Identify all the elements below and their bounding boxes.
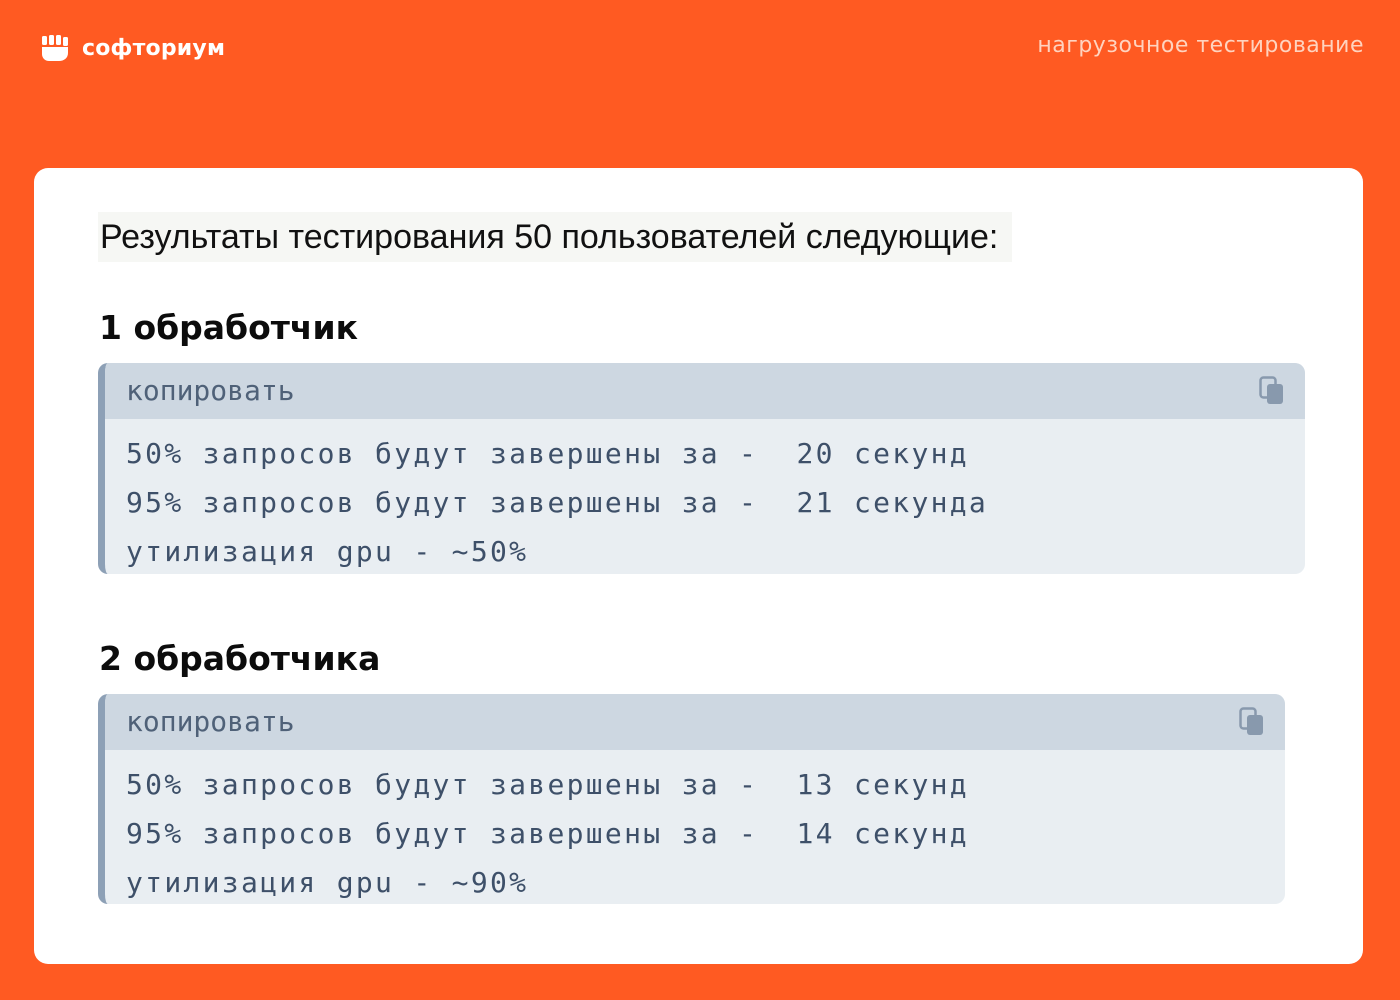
copy-icon[interactable] [1239,707,1265,737]
copy-button[interactable]: копировать [126,371,295,411]
code-block-2-handlers: копировать 50% запросов будут завершены … [98,694,1285,904]
code-block-header: копировать [105,363,1305,419]
code-line: утилизация gpu - ~90% [126,866,529,899]
content-card: Результаты тестирования 50 пользователей… [34,168,1363,964]
code-block-header: копировать [105,694,1285,750]
copy-button[interactable]: копировать [126,702,295,742]
page-tagline: нагрузочное тестирование [1037,33,1364,58]
fist-logo-icon [42,35,68,61]
intro-text: Результаты тестирования 50 пользователей… [98,212,1013,262]
code-block-body: 50% запросов будут завершены за - 13 сек… [105,750,1285,904]
code-line: 95% запросов будут завершены за - 21 сек… [126,486,989,519]
code-block-1-handler: копировать 50% запросов будут завершены … [98,363,1305,574]
code-block-body: 50% запросов будут завершены за - 20 сек… [105,419,1305,574]
code-line: утилизация gpu - ~50% [126,535,529,568]
brand-logo: софториум [40,30,225,66]
section-heading-1-handler: 1 обработчик [99,308,359,347]
code-line: 50% запросов будут завершены за - 13 сек… [126,768,969,801]
brand-name: софториум [82,35,226,61]
code-line: 50% запросов будут завершены за - 20 сек… [126,437,969,470]
section-heading-2-handlers: 2 обработчика [99,639,381,678]
copy-icon[interactable] [1259,376,1285,406]
code-line: 95% запросов будут завершены за - 14 сек… [126,817,969,850]
